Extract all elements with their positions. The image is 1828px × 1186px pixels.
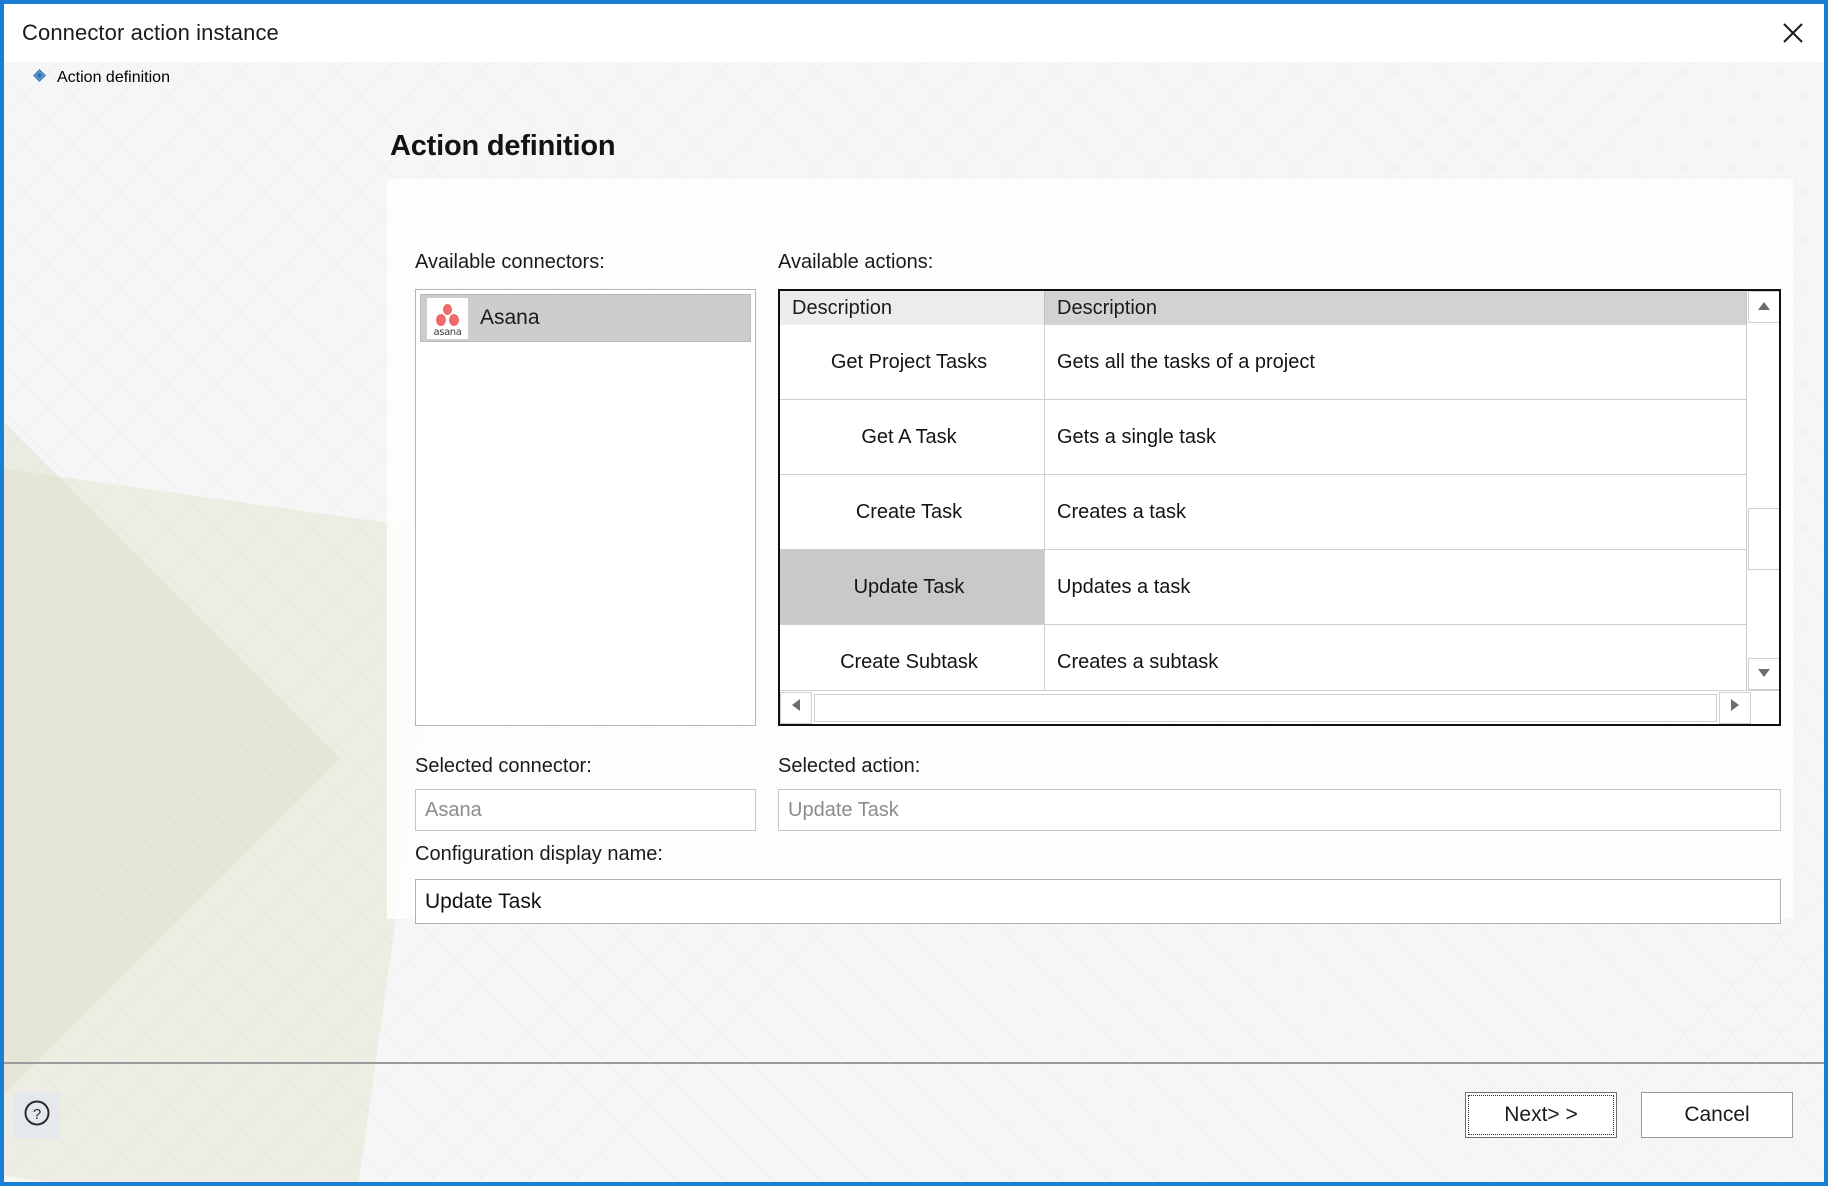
window-title: Connector action instance [22,20,279,45]
actions-grid-columns: Description Description Get Project Task… [780,291,1747,690]
row-name[interactable]: Create Task [780,475,1045,550]
table-row[interactable]: Get A Task Gets a single task [780,400,1747,475]
selected-action-label: Selected action: [778,755,921,777]
main-content: Action definition Available connectors: … [334,62,1824,1062]
scroll-left-button[interactable] [780,691,812,724]
triangle-left-icon [791,698,801,717]
scrollbar-corner [1751,694,1779,722]
table-row[interactable]: Create Task Creates a task [780,475,1747,550]
sidebar-item-action-definition[interactable]: Action definition [4,62,334,94]
vertical-scroll-track[interactable] [1748,323,1779,658]
close-icon [1781,21,1805,45]
selected-action-value: Update Task [778,789,1781,831]
row-description[interactable]: Updates a task [1045,550,1747,625]
triangle-up-icon [1757,298,1771,316]
available-actions-label: Available actions: [778,251,934,273]
available-connectors-list[interactable]: asana Asana [415,289,756,726]
dialog-footer: ? Next> > Cancel [4,1064,1824,1182]
wizard-step-nav: Action definition [4,62,334,1062]
actions-grid-body-area: Description Description Get Project Task… [780,291,1779,690]
row-name[interactable]: Get A Task [780,400,1045,475]
triangle-down-icon [1757,665,1771,683]
horizontal-scroll-thumb[interactable] [814,693,1717,722]
column-header-name[interactable]: Description [780,291,1045,325]
column-header-description[interactable]: Description [1045,291,1747,325]
table-row-selected[interactable]: Update Task Updates a task [780,550,1747,625]
title-bar: Connector action instance [4,4,1824,62]
row-name[interactable]: Create Subtask [780,625,1045,690]
configuration-display-name-input[interactable] [415,879,1781,924]
table-row[interactable]: Create Subtask Creates a subtask [780,625,1747,690]
actions-grid-rows: Get Project Tasks Gets all the tasks of … [780,325,1747,690]
vertical-scroll-thumb[interactable] [1748,508,1779,570]
row-name[interactable]: Get Project Tasks [780,325,1045,400]
table-row[interactable]: Get Project Tasks Gets all the tasks of … [780,325,1747,400]
horizontal-scrollbar[interactable] [780,690,1779,724]
row-description[interactable]: Creates a subtask [1045,625,1747,690]
cancel-button[interactable]: Cancel [1641,1092,1793,1138]
sidebar-item-label: Action definition [57,69,170,86]
page-title: Action definition [390,130,616,162]
diamond-bullet-icon [32,68,47,88]
triangle-right-icon [1730,698,1740,717]
configuration-display-name-label: Configuration display name: [415,843,663,865]
close-button[interactable] [1762,4,1824,62]
selected-connector-value: Asana [415,789,756,831]
help-circle-icon: ? [22,1098,52,1133]
actions-grid-header: Description Description [780,291,1747,325]
help-button[interactable]: ? [14,1092,60,1138]
scroll-down-button[interactable] [1748,658,1779,690]
content-panel: Available connectors: asana Asana Availa… [387,179,1793,924]
row-name[interactable]: Update Task [780,550,1045,625]
available-connectors-label: Available connectors: [415,251,605,273]
asana-logo-icon: asana [427,297,468,339]
vertical-scrollbar[interactable] [1747,291,1779,690]
row-description[interactable]: Gets all the tasks of a project [1045,325,1747,400]
scroll-up-button[interactable] [1748,291,1779,323]
available-actions-grid: Description Description Get Project Task… [778,289,1781,726]
cancel-button-label: Cancel [1684,1103,1750,1126]
row-description[interactable]: Creates a task [1045,475,1747,550]
connector-list-item[interactable]: asana Asana [420,294,751,342]
row-description[interactable]: Gets a single task [1045,400,1747,475]
scroll-right-button[interactable] [1719,691,1751,724]
next-button-label: Next> > [1504,1103,1578,1126]
svg-text:?: ? [33,1106,41,1123]
next-button[interactable]: Next> > [1465,1092,1617,1138]
asana-wordmark: asana [433,326,462,338]
selected-connector-label: Selected connector: [415,755,592,777]
dialog-window: Connector action instance Action definit… [0,0,1828,1186]
connector-list-item-label: Asana [480,306,540,329]
